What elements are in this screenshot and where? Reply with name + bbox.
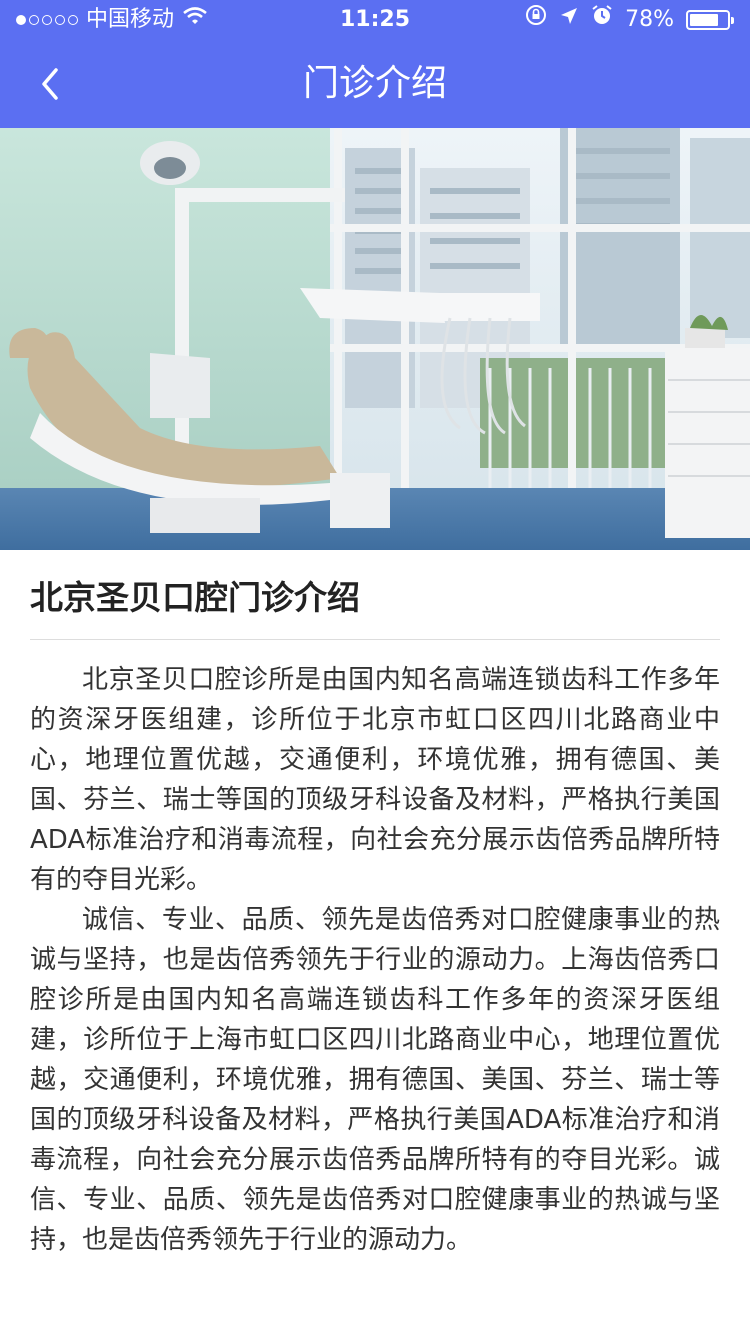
article-title: 北京圣贝口腔门诊介绍: [30, 578, 360, 617]
status-left: 中国移动: [16, 0, 208, 40]
rotation-lock-icon: [525, 0, 547, 40]
location-icon: [559, 0, 579, 40]
battery-percent: 78%: [625, 7, 674, 32]
carrier-label: 中国移动: [86, 7, 175, 32]
article-content: 北京圣贝口腔门诊介绍 北京圣贝口腔诊所是由国内知名高端连锁齿科工作多年的资深牙医…: [30, 550, 720, 1260]
battery-icon: [686, 10, 734, 30]
article-paragraph: 北京圣贝口腔诊所是由国内知名高端连锁齿科工作多年的资深牙医组建，诊所位于北京市虹…: [30, 665, 720, 895]
wifi-icon: [182, 0, 208, 40]
status-right: 78%: [525, 0, 734, 40]
battery-level-fill: [690, 14, 718, 26]
app-header: 中国移动 11:25 78% 门诊介绍: [0, 0, 750, 128]
clinic-banner-image: [0, 128, 750, 550]
status-bar: 中国移动 11:25 78%: [0, 0, 750, 40]
page-title: 门诊介绍: [302, 63, 447, 104]
article-paragraph: 诚信、专业、品质、领先是齿倍秀对口腔健康事业的热诚与坚持，也是齿倍秀领先于行业的…: [30, 905, 720, 1255]
chevron-left-icon: [42, 68, 58, 100]
title-divider: [30, 639, 720, 640]
navigation-bar: 门诊介绍: [0, 40, 750, 128]
back-button[interactable]: [20, 54, 80, 114]
alarm-icon: [591, 0, 613, 40]
signal-strength-icon: [16, 15, 78, 25]
